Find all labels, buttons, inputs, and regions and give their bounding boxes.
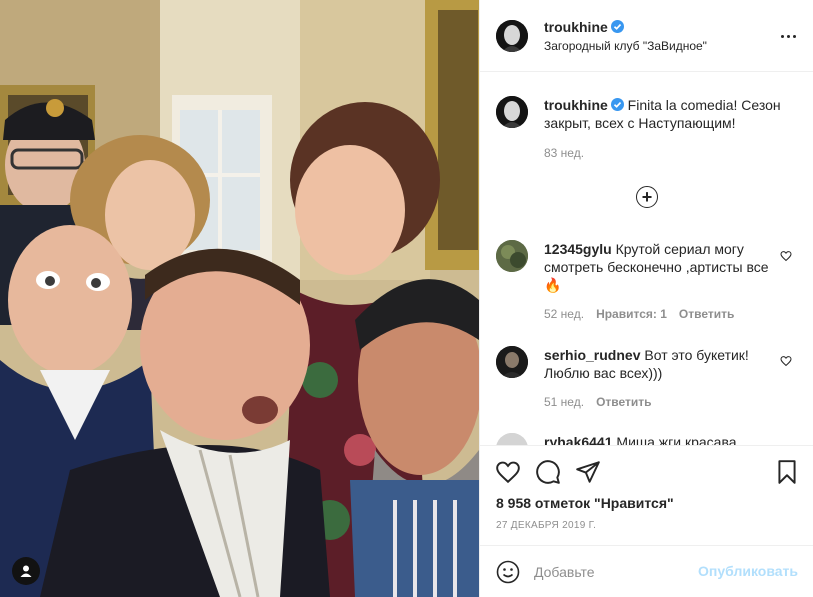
bookmark-icon[interactable]	[774, 459, 800, 485]
post-location[interactable]: Загородный клуб "ЗаВидное"	[544, 39, 707, 53]
comment-username[interactable]: 12345gylu	[544, 241, 612, 257]
user-tag-icon[interactable]	[12, 557, 40, 585]
publish-button[interactable]: Опубликовать	[698, 563, 798, 579]
comment-item: ryhak6441 Миша жги красава	[544, 433, 774, 445]
verified-badge-icon	[610, 20, 624, 33]
heart-icon[interactable]	[495, 459, 521, 485]
comment-avatar[interactable]	[496, 346, 528, 378]
comments-list[interactable]: troukhine Finita la comedia! Сезон закры…	[480, 73, 813, 445]
author-avatar[interactable]	[496, 20, 528, 52]
selfie-image	[0, 0, 479, 597]
action-bar: 8 958 отметок "Нравится" 27 ДЕКАБРЯ 2019…	[480, 445, 813, 545]
comment-time[interactable]: 52 нед.	[544, 307, 584, 321]
emoji-icon[interactable]	[496, 560, 520, 584]
reply-button[interactable]: Ответить	[596, 395, 651, 409]
comment-item: serhio_rudnev Вот это букетик! Люблю вас…	[544, 346, 774, 382]
comment-avatar[interactable]	[496, 433, 528, 445]
comment-body: Миша жги красава	[616, 434, 737, 445]
caption-author-avatar[interactable]	[496, 96, 528, 128]
heart-icon[interactable]	[780, 355, 792, 367]
comment-icon[interactable]	[535, 459, 561, 485]
comment-username[interactable]: serhio_rudnev	[544, 347, 640, 363]
more-options-button[interactable]	[776, 26, 800, 46]
comment-username[interactable]: ryhak6441	[544, 434, 613, 445]
verified-badge-icon	[610, 98, 624, 111]
comment-likes[interactable]: Нравится: 1	[596, 307, 667, 321]
post-caption: troukhine Finita la comedia! Сезон закры…	[544, 96, 799, 132]
plus-circle-icon: +	[641, 187, 653, 207]
likes-count[interactable]: 8 958 отметок "Нравится"	[496, 495, 674, 511]
comment-meta: 52 нед. Нравится: 1 Ответить	[544, 307, 734, 321]
more-horizontal-icon	[780, 34, 784, 38]
comment-time[interactable]: 51 нед.	[544, 395, 584, 409]
comment-meta: 51 нед. Ответить	[544, 395, 652, 409]
comment-item: 12345gylu Крутой сериал могу смотреть бе…	[544, 240, 774, 294]
author-username[interactable]: troukhine	[544, 19, 624, 35]
post-header: troukhine Загородный клуб "ЗаВидное"	[480, 0, 813, 72]
load-more-comments-button[interactable]: +	[636, 186, 658, 208]
caption-username[interactable]: troukhine	[544, 97, 608, 113]
reply-button[interactable]: Ответить	[679, 307, 734, 321]
paper-plane-icon[interactable]	[575, 459, 601, 485]
post-date[interactable]: 27 ДЕКАБРЯ 2019 Г.	[496, 520, 596, 531]
post-panel: troukhine Загородный клуб "ЗаВидное" tro…	[479, 0, 813, 597]
add-comment-bar: Опубликовать	[480, 545, 813, 597]
comment-avatar[interactable]	[496, 240, 528, 272]
post-photo[interactable]	[0, 0, 479, 597]
heart-icon[interactable]	[780, 250, 792, 262]
caption-time[interactable]: 83 нед.	[544, 146, 584, 160]
